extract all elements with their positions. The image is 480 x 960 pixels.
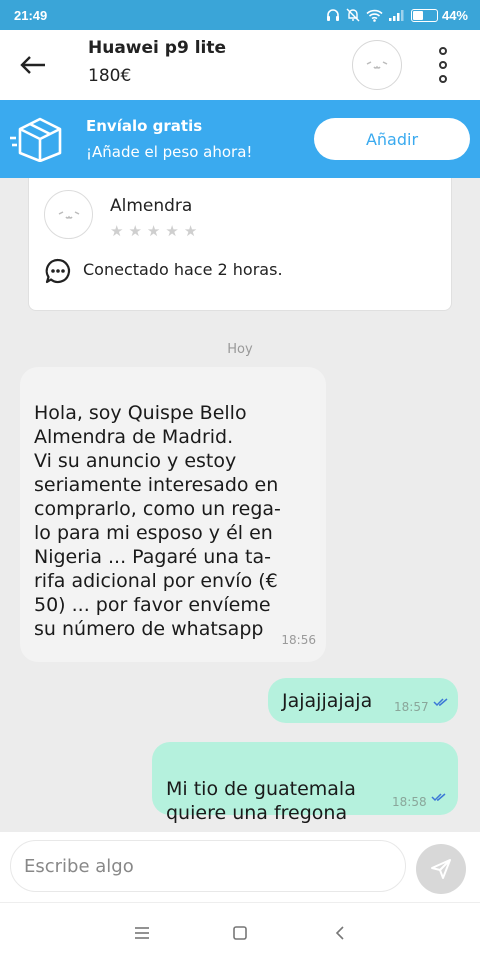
star-icon: ★ bbox=[165, 222, 179, 240]
avatar-face-icon bbox=[58, 210, 79, 219]
message-text: Jajajjajaja bbox=[282, 690, 373, 712]
more-options-button[interactable] bbox=[432, 43, 454, 87]
message-time: 18:57 bbox=[394, 700, 429, 714]
double-check-icon bbox=[433, 698, 448, 707]
seller-avatar[interactable] bbox=[44, 190, 93, 239]
send-button[interactable] bbox=[416, 844, 466, 894]
status-bar: 21:49 44% bbox=[0, 0, 480, 30]
package-icon bbox=[10, 117, 62, 162]
message-bubble-outgoing[interactable]: Mi tio de guatemala quiere una fregona 1… bbox=[152, 742, 458, 824]
message-input[interactable]: Escribe algo bbox=[10, 840, 406, 892]
mute-bell-icon bbox=[346, 8, 360, 22]
message-text: Mi tio de guatemala quiere una fregona bbox=[166, 778, 356, 824]
hamburger-icon bbox=[135, 927, 149, 939]
more-dot-icon bbox=[439, 47, 447, 55]
nav-home-button[interactable] bbox=[228, 921, 252, 945]
shipping-banner: Envíalo gratis ¡Añade el peso ahora! Aña… bbox=[0, 100, 480, 178]
wifi-icon bbox=[366, 9, 383, 22]
message-text: Hola, soy Quispe Bello Almendra de Madri… bbox=[34, 402, 281, 640]
message-bubble-incoming[interactable]: Hola, soy Quispe Bello Almendra de Madri… bbox=[20, 367, 326, 662]
send-icon bbox=[431, 859, 451, 879]
message-input-placeholder: Escribe algo bbox=[24, 855, 134, 877]
avatar-face-icon bbox=[366, 61, 388, 69]
square-icon bbox=[233, 926, 247, 940]
user-avatar[interactable] bbox=[352, 40, 402, 90]
item-price: 180€ bbox=[88, 66, 132, 86]
seller-card[interactable]: Almendra ★ ★ ★ ★ ★ Conectado hace 2 horas. bbox=[28, 178, 452, 311]
star-icon: ★ bbox=[146, 222, 161, 240]
signal-icon bbox=[388, 10, 404, 21]
shipping-subtitle: ¡Añade el peso ahora! bbox=[86, 143, 253, 161]
headset-icon bbox=[326, 9, 339, 21]
seller-name[interactable]: Almendra bbox=[110, 196, 192, 216]
battery-level-fill bbox=[412, 10, 424, 20]
item-title[interactable]: Huawei p9 lite bbox=[88, 38, 226, 58]
message-time: 18:56 bbox=[281, 633, 316, 647]
nav-menu-button[interactable] bbox=[130, 921, 154, 945]
battery-indicator: 44% bbox=[410, 7, 468, 23]
status-icons: 44% bbox=[326, 8, 468, 23]
chat-header: Huawei p9 lite 180€ bbox=[0, 30, 480, 100]
star-icon: ★ bbox=[183, 222, 198, 240]
message-composer: Escribe algo bbox=[0, 832, 480, 902]
back-button[interactable] bbox=[16, 48, 50, 82]
double-check-icon bbox=[431, 793, 446, 802]
system-nav-bar bbox=[0, 902, 480, 960]
nav-back-button[interactable] bbox=[328, 921, 352, 945]
more-dot-icon bbox=[439, 61, 447, 69]
more-dot-icon bbox=[439, 75, 447, 83]
chat-bubble-icon bbox=[45, 258, 71, 284]
chevron-left-icon bbox=[335, 926, 344, 940]
battery-icon bbox=[410, 8, 438, 22]
seller-last-seen: Conectado hace 2 horas. bbox=[83, 260, 283, 279]
star-icon: ★ bbox=[128, 222, 142, 240]
shipping-title: Envíalo gratis bbox=[86, 117, 203, 135]
seller-rating: ★ ★ ★ ★ ★ bbox=[110, 224, 197, 239]
battery-percent: 44% bbox=[441, 7, 468, 23]
add-weight-button[interactable]: Añadir bbox=[314, 118, 470, 160]
date-separator: Hoy bbox=[227, 342, 253, 357]
star-icon: ★ bbox=[110, 222, 124, 240]
message-bubble-outgoing[interactable]: Jajajjajaja 18:57 bbox=[268, 678, 458, 723]
status-time: 21:49 bbox=[14, 7, 48, 23]
arrow-left-icon bbox=[20, 56, 45, 74]
message-time: 18:58 bbox=[392, 795, 427, 809]
